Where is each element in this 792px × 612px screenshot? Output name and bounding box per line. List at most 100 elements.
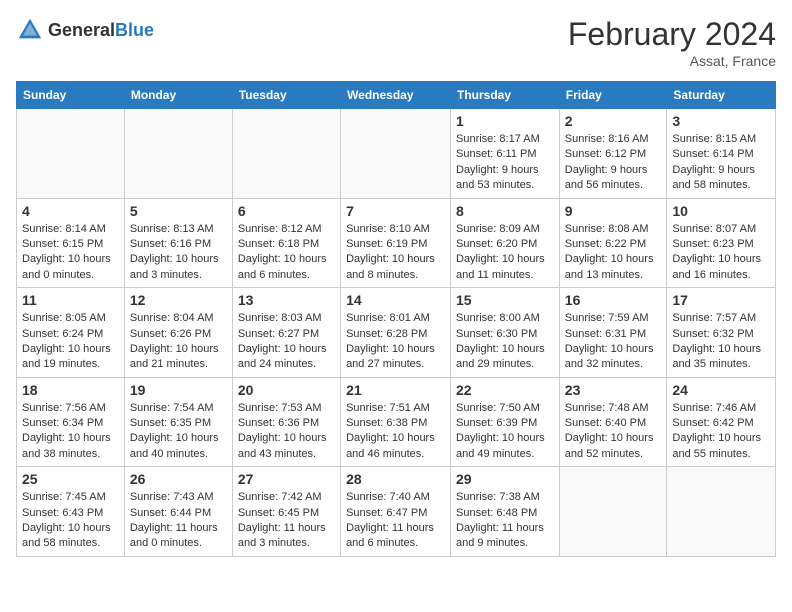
day-info: Sunrise: 7:56 AM Sunset: 6:34 PM Dayligh… xyxy=(22,401,119,463)
col-header-tuesday: Tuesday xyxy=(232,82,340,109)
logo-general: General xyxy=(48,20,115,40)
day-info: Sunrise: 8:09 AM Sunset: 6:20 PM Dayligh… xyxy=(456,222,554,284)
logo-text: GeneralBlue xyxy=(48,20,154,41)
calendar-cell xyxy=(232,109,340,199)
day-info: Sunrise: 7:38 AM Sunset: 6:48 PM Dayligh… xyxy=(456,490,554,552)
calendar-cell: 3 Sunrise: 8:15 AM Sunset: 6:14 PM Daylig… xyxy=(667,109,776,199)
col-header-sunday: Sunday xyxy=(17,82,125,109)
calendar-cell: 15 Sunrise: 8:00 AM Sunset: 6:30 PM Dayli… xyxy=(451,288,560,378)
day-info: Sunrise: 7:53 AM Sunset: 6:36 PM Dayligh… xyxy=(238,401,335,463)
calendar-cell: 20 Sunrise: 7:53 AM Sunset: 6:36 PM Dayli… xyxy=(232,377,340,467)
calendar-cell: 25Sunrise: 7:45 AM Sunset: 6:43 PM Dayli… xyxy=(17,467,125,557)
day-info: Sunrise: 7:42 AM Sunset: 6:45 PM Dayligh… xyxy=(238,490,335,552)
day-number: 28 xyxy=(346,471,445,487)
day-number: 17 xyxy=(672,292,770,308)
day-info: Sunrise: 7:45 AM Sunset: 6:43 PM Dayligh… xyxy=(22,490,119,552)
calendar-cell: 27 Sunrise: 7:42 AM Sunset: 6:45 PM Dayli… xyxy=(232,467,340,557)
col-header-wednesday: Wednesday xyxy=(341,82,451,109)
day-info: Sunrise: 8:15 AM Sunset: 6:14 PM Dayligh… xyxy=(672,132,770,194)
day-number: 7 xyxy=(346,203,445,219)
calendar-cell: 13Sunrise: 8:03 AM Sunset: 6:27 PM Dayli… xyxy=(232,288,340,378)
day-number: 18 xyxy=(22,382,119,398)
calendar-cell xyxy=(559,467,667,557)
day-number: 9 xyxy=(565,203,662,219)
day-number: 3 xyxy=(672,113,770,129)
day-info: Sunrise: 8:04 AM Sunset: 6:26 PM Dayligh… xyxy=(130,311,227,373)
day-info: Sunrise: 8:12 AM Sunset: 6:18 PM Dayligh… xyxy=(238,222,335,284)
day-number: 24 xyxy=(672,382,770,398)
week-row-1: 1 Sunrise: 8:17 AM Sunset: 6:11 PM Daylig… xyxy=(17,109,776,199)
logo-blue: Blue xyxy=(115,20,154,40)
calendar-cell: 26 Sunrise: 7:43 AM Sunset: 6:44 PM Dayli… xyxy=(124,467,232,557)
calendar-cell: 29 Sunrise: 7:38 AM Sunset: 6:48 PM Dayli… xyxy=(451,467,560,557)
day-number: 2 xyxy=(565,113,662,129)
day-number: 10 xyxy=(672,203,770,219)
day-number: 26 xyxy=(130,471,227,487)
calendar-cell: 6 Sunrise: 8:12 AM Sunset: 6:18 PM Daylig… xyxy=(232,198,340,288)
title-block: February 2024 Assat, France xyxy=(568,16,776,69)
day-number: 6 xyxy=(238,203,335,219)
week-row-5: 25Sunrise: 7:45 AM Sunset: 6:43 PM Dayli… xyxy=(17,467,776,557)
calendar-cell xyxy=(667,467,776,557)
day-info: Sunrise: 8:17 AM Sunset: 6:11 PM Dayligh… xyxy=(456,132,554,194)
calendar-cell: 14 Sunrise: 8:01 AM Sunset: 6:28 PM Dayli… xyxy=(341,288,451,378)
day-number: 12 xyxy=(130,292,227,308)
day-number: 13 xyxy=(238,292,335,308)
day-info: Sunrise: 7:48 AM Sunset: 6:40 PM Dayligh… xyxy=(565,401,662,463)
day-number: 1 xyxy=(456,113,554,129)
calendar-cell: 2 Sunrise: 8:16 AM Sunset: 6:12 PM Daylig… xyxy=(559,109,667,199)
col-header-thursday: Thursday xyxy=(451,82,560,109)
day-info: Sunrise: 8:07 AM Sunset: 6:23 PM Dayligh… xyxy=(672,222,770,284)
day-info: Sunrise: 7:40 AM Sunset: 6:47 PM Dayligh… xyxy=(346,490,445,552)
day-info: Sunrise: 8:01 AM Sunset: 6:28 PM Dayligh… xyxy=(346,311,445,373)
day-info: Sunrise: 7:46 AM Sunset: 6:42 PM Dayligh… xyxy=(672,401,770,463)
week-row-2: 4 Sunrise: 8:14 AM Sunset: 6:15 PM Daylig… xyxy=(17,198,776,288)
day-info: Sunrise: 8:10 AM Sunset: 6:19 PM Dayligh… xyxy=(346,222,445,284)
day-info: Sunrise: 8:00 AM Sunset: 6:30 PM Dayligh… xyxy=(456,311,554,373)
calendar-cell: 22Sunrise: 7:50 AM Sunset: 6:39 PM Dayli… xyxy=(451,377,560,467)
calendar-table: SundayMondayTuesdayWednesdayThursdayFrid… xyxy=(16,81,776,557)
calendar-cell: 12 Sunrise: 8:04 AM Sunset: 6:26 PM Dayli… xyxy=(124,288,232,378)
day-number: 8 xyxy=(456,203,554,219)
day-info: Sunrise: 8:05 AM Sunset: 6:24 PM Dayligh… xyxy=(22,311,119,373)
page-header: GeneralBlue February 2024 Assat, France xyxy=(16,16,776,69)
day-number: 21 xyxy=(346,382,445,398)
day-info: Sunrise: 7:59 AM Sunset: 6:31 PM Dayligh… xyxy=(565,311,662,373)
calendar-cell: 10 Sunrise: 8:07 AM Sunset: 6:23 PM Dayli… xyxy=(667,198,776,288)
calendar-cell xyxy=(341,109,451,199)
calendar-cell: 28 Sunrise: 7:40 AM Sunset: 6:47 PM Dayli… xyxy=(341,467,451,557)
calendar-cell: 17Sunrise: 7:57 AM Sunset: 6:32 PM Dayli… xyxy=(667,288,776,378)
calendar-cell: 16 Sunrise: 7:59 AM Sunset: 6:31 PM Dayli… xyxy=(559,288,667,378)
calendar-cell: 7 Sunrise: 8:10 AM Sunset: 6:19 PM Daylig… xyxy=(341,198,451,288)
calendar-cell: 18 Sunrise: 7:56 AM Sunset: 6:34 PM Dayli… xyxy=(17,377,125,467)
calendar-cell: 9 Sunrise: 8:08 AM Sunset: 6:22 PM Daylig… xyxy=(559,198,667,288)
calendar-cell xyxy=(124,109,232,199)
day-number: 27 xyxy=(238,471,335,487)
calendar-cell: 8 Sunrise: 8:09 AM Sunset: 6:20 PM Daylig… xyxy=(451,198,560,288)
day-number: 16 xyxy=(565,292,662,308)
calendar-subtitle: Assat, France xyxy=(568,53,776,69)
calendar-cell: 5Sunrise: 8:13 AM Sunset: 6:16 PM Daylig… xyxy=(124,198,232,288)
day-number: 5 xyxy=(130,203,227,219)
calendar-cell: 11Sunrise: 8:05 AM Sunset: 6:24 PM Dayli… xyxy=(17,288,125,378)
day-number: 4 xyxy=(22,203,119,219)
day-info: Sunrise: 7:51 AM Sunset: 6:38 PM Dayligh… xyxy=(346,401,445,463)
calendar-cell: 24 Sunrise: 7:46 AM Sunset: 6:42 PM Dayli… xyxy=(667,377,776,467)
day-number: 14 xyxy=(346,292,445,308)
day-info: Sunrise: 8:16 AM Sunset: 6:12 PM Dayligh… xyxy=(565,132,662,194)
week-row-4: 18 Sunrise: 7:56 AM Sunset: 6:34 PM Dayli… xyxy=(17,377,776,467)
calendar-cell: 1 Sunrise: 8:17 AM Sunset: 6:11 PM Daylig… xyxy=(451,109,560,199)
col-header-monday: Monday xyxy=(124,82,232,109)
day-info: Sunrise: 7:54 AM Sunset: 6:35 PM Dayligh… xyxy=(130,401,227,463)
day-info: Sunrise: 8:14 AM Sunset: 6:15 PM Dayligh… xyxy=(22,222,119,284)
calendar-title: February 2024 xyxy=(568,16,776,53)
calendar-cell xyxy=(17,109,125,199)
calendar-cell: 4 Sunrise: 8:14 AM Sunset: 6:15 PM Daylig… xyxy=(17,198,125,288)
day-number: 15 xyxy=(456,292,554,308)
week-row-3: 11Sunrise: 8:05 AM Sunset: 6:24 PM Dayli… xyxy=(17,288,776,378)
day-info: Sunrise: 8:08 AM Sunset: 6:22 PM Dayligh… xyxy=(565,222,662,284)
day-number: 20 xyxy=(238,382,335,398)
day-info: Sunrise: 7:43 AM Sunset: 6:44 PM Dayligh… xyxy=(130,490,227,552)
day-number: 29 xyxy=(456,471,554,487)
calendar-cell: 23Sunrise: 7:48 AM Sunset: 6:40 PM Dayli… xyxy=(559,377,667,467)
